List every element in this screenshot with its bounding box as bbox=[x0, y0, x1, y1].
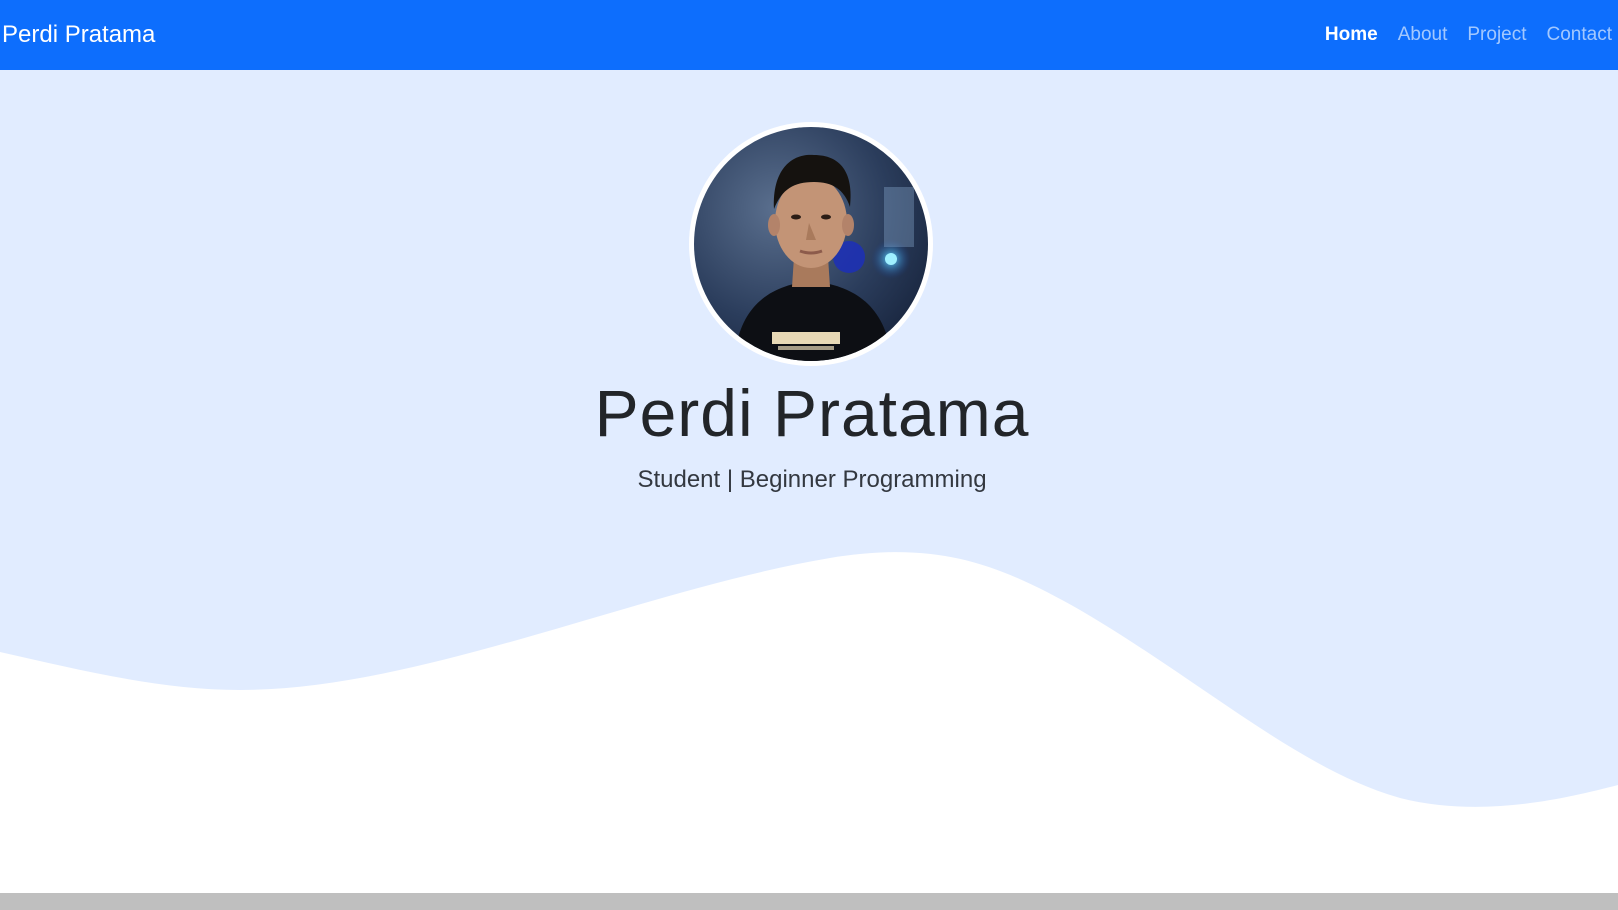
nav-links: Home About Project Contact bbox=[1315, 0, 1618, 70]
nav-link-project[interactable]: Project bbox=[1457, 18, 1536, 52]
navbar-brand[interactable]: Perdi Pratama bbox=[2, 18, 155, 52]
profile-photo bbox=[694, 127, 928, 361]
nav-link-about[interactable]: About bbox=[1388, 18, 1458, 52]
hero-subtitle: Student | Beginner Programming bbox=[637, 466, 987, 493]
nav-link-home[interactable]: Home bbox=[1315, 18, 1388, 52]
bottom-scrollbar[interactable] bbox=[0, 893, 1618, 910]
hero-section: Perdi Pratama Student | Beginner Program… bbox=[0, 70, 1618, 910]
avatar bbox=[689, 122, 933, 366]
hero-title: Perdi Pratama bbox=[594, 376, 1030, 450]
navbar: Perdi Pratama Home About Project Contact bbox=[0, 0, 1618, 70]
nav-link-contact[interactable]: Contact bbox=[1537, 18, 1618, 52]
page: Perdi Pratama Home About Project Contact bbox=[0, 0, 1618, 910]
